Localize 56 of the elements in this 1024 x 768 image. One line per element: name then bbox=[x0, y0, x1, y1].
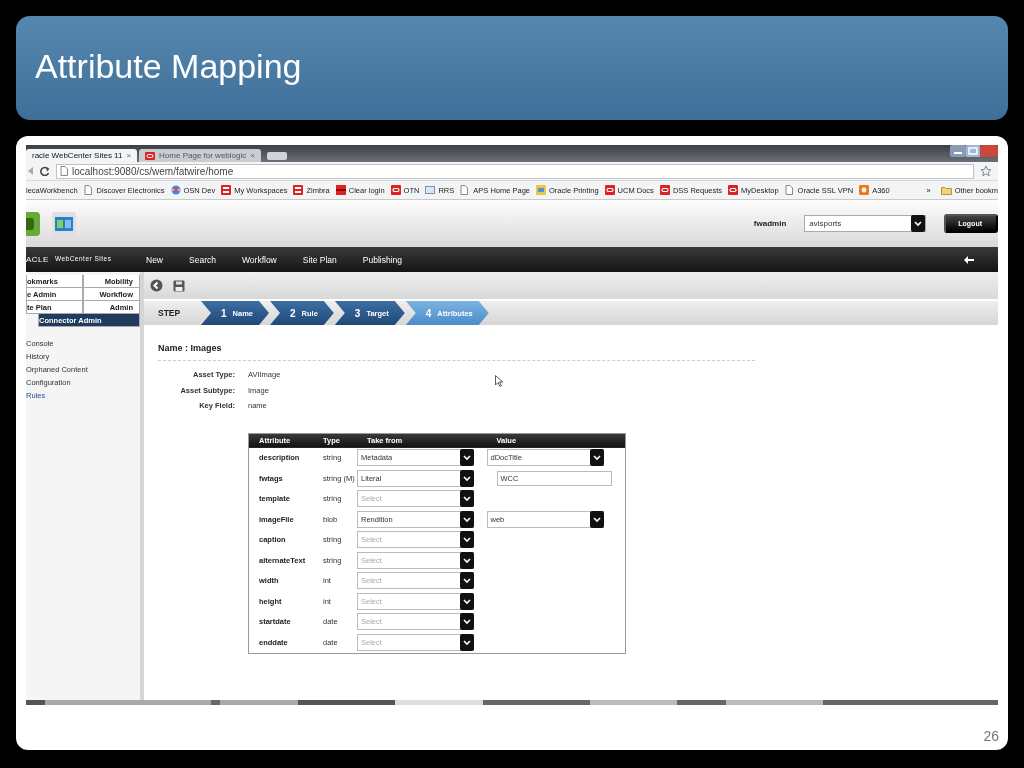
menu-item[interactable]: Publishing bbox=[362, 254, 402, 265]
site-select[interactable]: avisports bbox=[804, 215, 927, 232]
folder-icon bbox=[940, 185, 952, 195]
back-icon[interactable] bbox=[150, 279, 163, 292]
window-icon bbox=[221, 185, 232, 195]
menu-item[interactable]: Workflow bbox=[241, 254, 277, 265]
pointer-icon bbox=[495, 375, 503, 387]
chevron-down-icon[interactable] bbox=[460, 613, 474, 631]
step-label: STEP bbox=[158, 308, 182, 318]
page-icon bbox=[784, 185, 795, 195]
chevron-down-icon[interactable] bbox=[460, 469, 474, 487]
picture-icon bbox=[536, 185, 546, 195]
username: fwadmin bbox=[753, 219, 787, 228]
new-tab-button[interactable] bbox=[266, 152, 287, 160]
page-number: 26 bbox=[983, 728, 999, 744]
save-icon[interactable] bbox=[173, 279, 185, 292]
chevron-down-icon[interactable] bbox=[460, 531, 474, 549]
oracle-icon bbox=[728, 185, 739, 195]
back-arrow-icon[interactable] bbox=[964, 255, 974, 264]
ring-icon bbox=[859, 185, 870, 195]
oracle-icon bbox=[390, 185, 401, 195]
oracle-icon bbox=[604, 185, 615, 195]
browser-tab[interactable]: Home Page for weblogic × bbox=[139, 149, 261, 162]
menu-item[interactable]: Search bbox=[189, 254, 216, 265]
chevron-down-icon[interactable] bbox=[589, 510, 604, 528]
chevron-down-icon[interactable] bbox=[460, 592, 474, 610]
chevron-down-icon[interactable] bbox=[911, 215, 926, 232]
address-bar[interactable]: localhost:9080/cs/wem/fatwire/home bbox=[56, 163, 974, 179]
page-icon bbox=[460, 185, 471, 195]
app-tile-icon[interactable] bbox=[26, 211, 40, 236]
chevron-down-icon[interactable] bbox=[460, 633, 474, 651]
square-icon bbox=[335, 185, 346, 195]
globe-icon bbox=[170, 185, 181, 195]
menu-item[interactable]: Site Plan bbox=[302, 254, 337, 265]
oracle-icon bbox=[659, 185, 670, 195]
reload-icon[interactable] bbox=[40, 166, 50, 176]
menu-item[interactable]: New bbox=[146, 254, 163, 265]
window-controls-icon bbox=[950, 145, 998, 159]
window-icon bbox=[293, 185, 304, 195]
chevron-down-icon[interactable] bbox=[460, 449, 474, 467]
chevron-down-icon[interactable] bbox=[589, 449, 604, 467]
tiles-icon[interactable] bbox=[55, 216, 73, 231]
window-icon bbox=[425, 185, 436, 195]
chevron-down-icon[interactable] bbox=[460, 551, 474, 569]
page-icon bbox=[83, 185, 94, 195]
chevron-down-icon[interactable] bbox=[460, 510, 474, 528]
section-heading: Name : Images bbox=[158, 343, 223, 353]
slide-title: Attribute Mapping bbox=[35, 47, 302, 86]
page-icon bbox=[60, 166, 68, 176]
chevron-down-icon[interactable] bbox=[460, 490, 474, 508]
star-icon[interactable] bbox=[980, 165, 992, 177]
chevron-down-icon[interactable] bbox=[460, 572, 474, 590]
browser-tab[interactable]: racle WebCenter Sites 11 × bbox=[26, 149, 138, 162]
oracle-icon bbox=[145, 151, 156, 160]
close-icon[interactable]: × bbox=[126, 151, 132, 160]
close-icon[interactable]: × bbox=[250, 151, 255, 160]
